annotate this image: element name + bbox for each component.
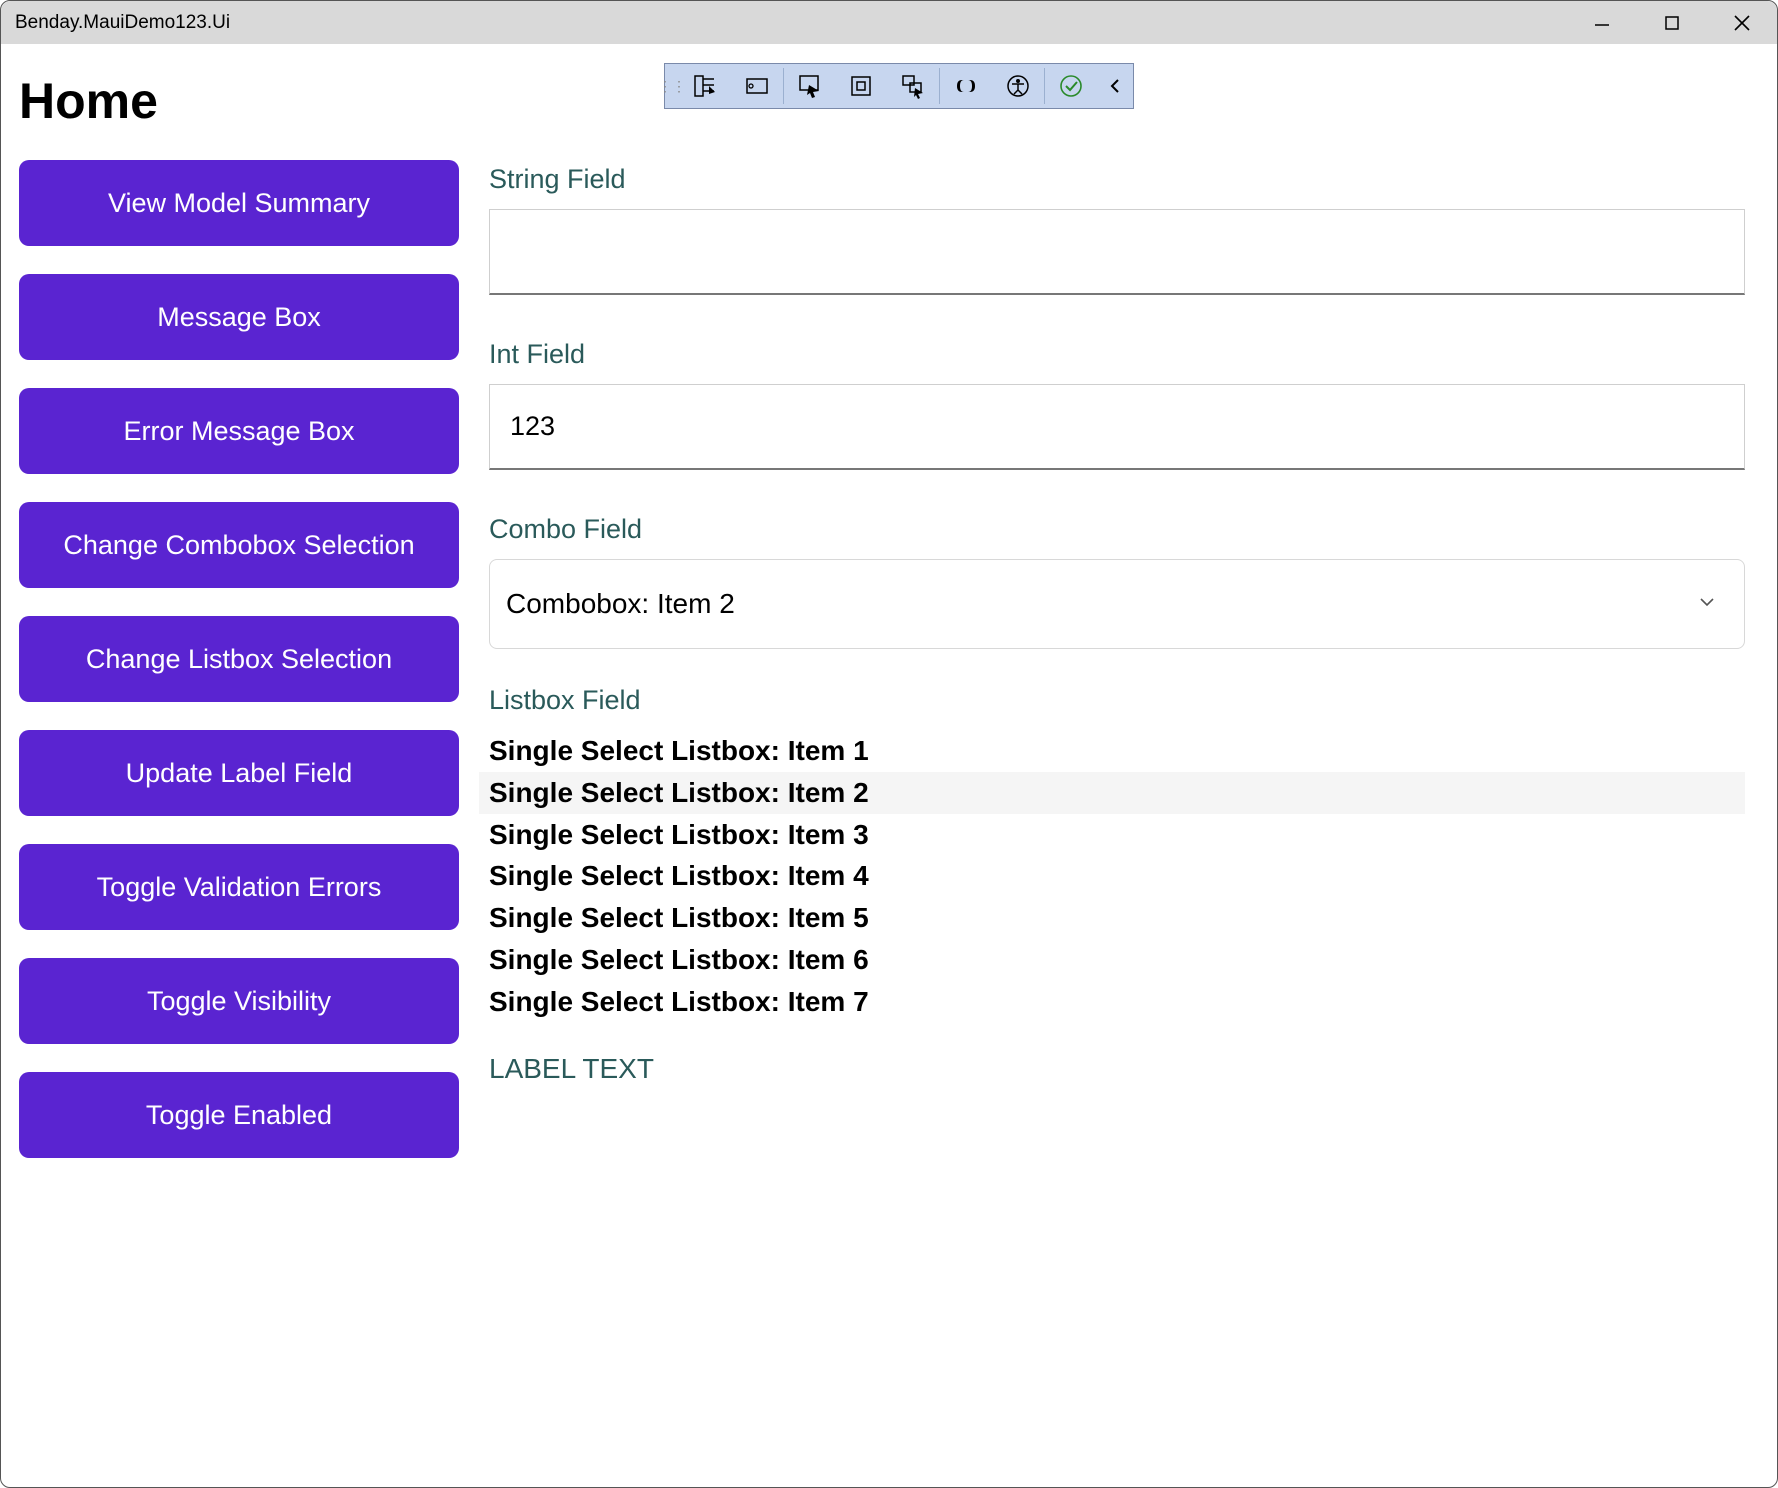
collapse-icon[interactable] [1097,64,1133,108]
form-column: String Field Int Field Combo Field Combo… [489,160,1759,1158]
select-element-icon[interactable] [784,64,836,108]
update-label-button[interactable]: Update Label Field [19,730,459,816]
close-button[interactable] [1707,1,1777,44]
change-listbox-button[interactable]: Change Listbox Selection [19,616,459,702]
chevron-down-icon [1696,588,1718,620]
toolbar-grip-icon[interactable]: ⋮⋮ [665,64,679,108]
accessibility-icon[interactable] [992,64,1044,108]
checkmark-icon[interactable] [1045,64,1097,108]
listbox-field-label: Listbox Field [489,685,1745,716]
listbox-item[interactable]: Single Select Listbox: Item 6 [479,939,1745,981]
int-field-input[interactable] [489,384,1745,470]
minimize-button[interactable] [1567,1,1637,44]
title-bar[interactable]: Benday.MauiDemo123.Ui [1,1,1777,44]
listbox-item[interactable]: Single Select Listbox: Item 1 [479,730,1745,772]
maximize-button[interactable] [1637,1,1707,44]
debug-toolbar[interactable]: ⋮⋮ [664,63,1134,109]
xaml-binding-icon[interactable] [940,64,992,108]
client-area: Home View Model Summary Message Box Erro… [1,44,1777,1487]
string-field-label: String Field [489,164,1745,195]
message-box-button[interactable]: Message Box [19,274,459,360]
listbox-item[interactable]: Single Select Listbox: Item 3 [479,814,1745,856]
toggle-enabled-button[interactable]: Toggle Enabled [19,1072,459,1158]
live-visual-tree-icon[interactable] [679,64,731,108]
window-title: Benday.MauiDemo123.Ui [15,12,230,34]
toggle-visibility-button[interactable]: Toggle Visibility [19,958,459,1044]
combo-selected-value: Combobox: Item 2 [506,588,735,620]
listbox-item[interactable]: Single Select Listbox: Item 5 [479,897,1745,939]
combo-field-select[interactable]: Combobox: Item 2 [489,559,1745,649]
view-model-summary-button[interactable]: View Model Summary [19,160,459,246]
window-controls [1567,1,1777,44]
string-field-input[interactable] [489,209,1745,295]
listbox-item[interactable]: Single Select Listbox: Item 2 [479,772,1745,814]
listbox-field[interactable]: Single Select Listbox: Item 1Single Sele… [489,730,1745,1023]
int-field-label: Int Field [489,339,1745,370]
action-button-column: View Model Summary Message Box Error Mes… [19,160,459,1158]
error-message-box-button[interactable]: Error Message Box [19,388,459,474]
display-layout-icon[interactable] [836,64,888,108]
label-text-field: LABEL TEXT [489,1053,1745,1085]
listbox-item[interactable]: Single Select Listbox: Item 4 [479,855,1745,897]
track-focus-icon[interactable] [887,64,939,108]
listbox-item[interactable]: Single Select Listbox: Item 7 [479,981,1745,1023]
combo-field-label: Combo Field [489,514,1745,545]
change-combobox-button[interactable]: Change Combobox Selection [19,502,459,588]
hot-reload-icon[interactable] [731,64,783,108]
main-layout: View Model Summary Message Box Error Mes… [19,160,1759,1158]
toggle-validation-button[interactable]: Toggle Validation Errors [19,844,459,930]
